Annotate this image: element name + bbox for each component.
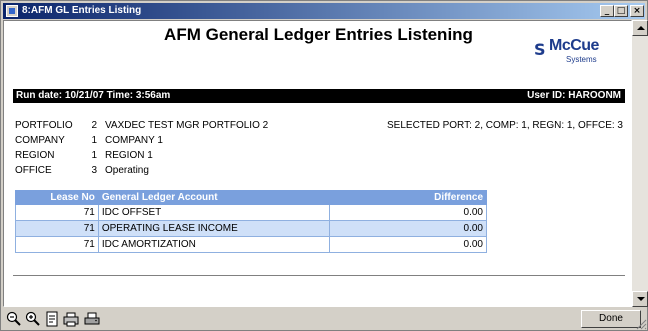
param-number: 2 [91,120,97,131]
done-button[interactable]: Done [581,310,641,328]
report-canvas: AFM General Ledger Entries Listening S M… [3,20,632,307]
scroll-up-button[interactable] [632,20,648,36]
table-row: 71 IDC OFFSET 0.00 [15,204,487,221]
gl-entries-table: Lease No General Ledger Account Differen… [15,190,487,253]
param-label: PORTFOLIO [15,120,73,131]
run-info-bar: Run date: 10/21/07 Time: 3:56am User ID:… [13,89,625,103]
logo-subtitle: Systems [566,55,597,64]
selected-criteria: SELECTED PORT: 2, COMP: 1, REGN: 1, OFFC… [387,120,623,131]
minimize-button[interactable]: _ [600,5,614,17]
window-title: 8:AFM GL Entries Listing [22,5,142,16]
app-icon[interactable] [6,5,18,17]
vertical-scrollbar[interactable] [632,20,648,307]
param-label: OFFICE [15,165,52,176]
cell-account: IDC AMORTIZATION [97,236,331,253]
param-label: COMPANY [15,135,65,146]
cell-difference: 0.00 [329,204,487,221]
user-id: User ID: HAROONM [527,90,621,101]
cell-lease-no: 71 [15,236,99,253]
page-icon[interactable] [43,310,61,328]
cell-difference: 0.00 [329,236,487,253]
printer-setup-icon[interactable] [62,310,80,328]
param-number: 1 [91,135,97,146]
cell-lease-no: 71 [15,220,99,237]
run-date-time: Run date: 10/21/07 Time: 3:56am [16,90,171,101]
param-description: Operating [105,165,149,176]
resize-grip-icon[interactable] [635,318,647,330]
column-header-difference: Difference [329,190,487,205]
print-icon[interactable] [83,310,101,328]
separator-line [13,275,625,277]
param-description: REGION 1 [105,150,153,161]
company-logo: S McCue Systems [534,37,614,67]
maximize-button[interactable]: □ [614,5,628,17]
report-window: 8:AFM GL Entries Listing _ □ × AFM Gener… [0,0,648,331]
param-description: VAXDEC TEST MGR PORTFOLIO 2 [105,120,269,131]
zoom-out-icon[interactable] [5,310,23,328]
cell-lease-no: 71 [15,204,99,221]
table-header-row: Lease No General Ledger Account Differen… [15,190,487,205]
cell-difference: 0.00 [329,220,487,237]
column-header-lease-no: Lease No [15,190,99,205]
title-bar[interactable]: 8:AFM GL Entries Listing _ □ × [3,3,645,19]
param-label: REGION [15,150,55,161]
table-row: 71 IDC AMORTIZATION 0.00 [15,236,487,253]
logo-name: McCue [549,37,599,54]
cell-account: OPERATING LEASE INCOME [97,220,331,237]
column-header-account: General Ledger Account [97,190,331,205]
scroll-down-button[interactable] [632,291,648,307]
table-row: 71 OPERATING LEASE INCOME 0.00 [15,220,487,237]
close-button[interactable]: × [630,5,644,17]
logo-mark: S [534,40,546,59]
param-number: 3 [91,165,97,176]
param-description: COMPANY 1 [105,135,163,146]
cell-account: IDC OFFSET [97,204,331,221]
zoom-in-icon[interactable] [24,310,42,328]
param-number: 1 [91,150,97,161]
